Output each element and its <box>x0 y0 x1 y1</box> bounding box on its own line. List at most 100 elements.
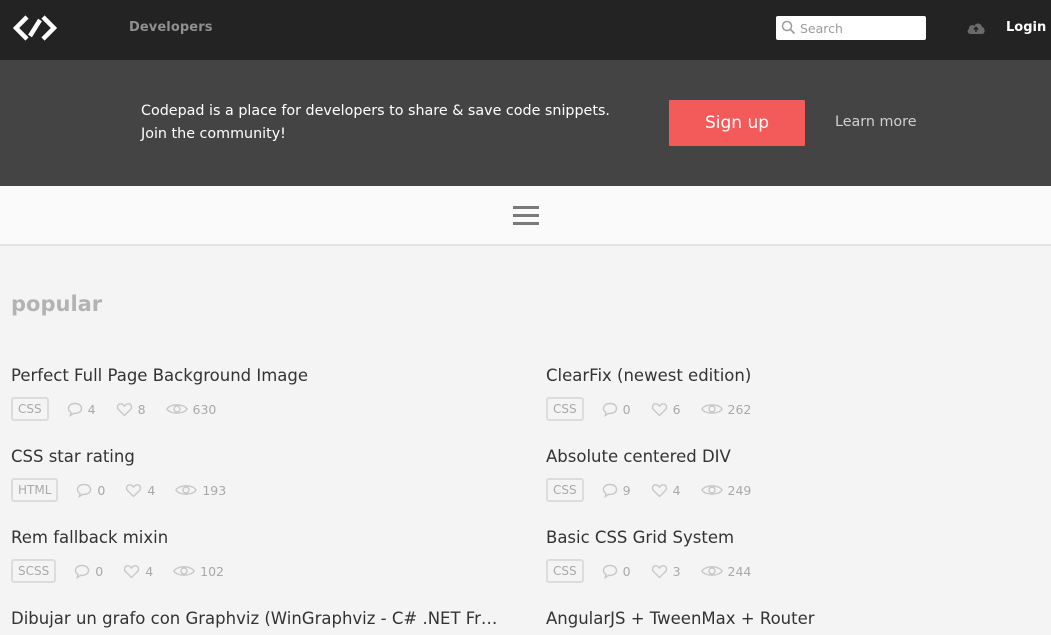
comment-count: 0 <box>74 564 103 579</box>
heart-icon <box>651 483 667 497</box>
comment-count-value: 0 <box>622 401 631 417</box>
comment-count: 0 <box>602 564 631 579</box>
eye-icon <box>165 404 188 414</box>
codepad-logo-icon[interactable] <box>13 14 57 42</box>
learn-more-link[interactable]: Learn more <box>835 114 917 130</box>
like-count-value: 6 <box>672 401 681 417</box>
view-count: 244 <box>700 563 752 579</box>
search-box[interactable] <box>776 16 926 40</box>
comment-count: 0 <box>602 402 631 417</box>
like-count-value: 4 <box>147 482 156 498</box>
hamburger-line <box>513 222 539 225</box>
like-count-value: 8 <box>137 401 146 417</box>
eye-icon <box>700 566 723 576</box>
signup-button[interactable]: Sign up <box>669 100 805 146</box>
snippet-meta: HTML 0 4 193 <box>11 478 246 502</box>
comment-icon <box>602 483 617 498</box>
language-tag[interactable]: CSS <box>546 478 584 502</box>
comment-count: 9 <box>602 483 631 498</box>
view-count-value: 102 <box>200 563 224 579</box>
comment-icon <box>75 564 90 579</box>
like-count[interactable]: 4 <box>651 483 681 498</box>
snippet-item: ClearFix (newest edition) CSS 0 6 262 <box>546 366 1046 421</box>
eye-icon <box>700 485 723 495</box>
comment-count-value: 9 <box>622 482 631 498</box>
snippet-item: Perfect Full Page Background Image CSS 4… <box>11 366 511 421</box>
view-count-value: 630 <box>192 401 217 417</box>
heart-icon <box>124 564 140 578</box>
comment-icon <box>602 402 617 417</box>
heart-icon <box>651 402 667 416</box>
view-count: 249 <box>700 482 752 498</box>
snippet-meta: SCSS 0 4 102 <box>11 559 244 583</box>
search-icon <box>781 20 796 35</box>
like-count-value: 4 <box>672 482 681 498</box>
hamburger-menu-icon[interactable] <box>513 206 539 226</box>
heart-icon <box>126 483 142 497</box>
login-link[interactable]: Login <box>1006 20 1046 35</box>
snippet-item: Basic CSS Grid System CSS 0 3 244 <box>546 528 1046 583</box>
snippet-meta: CSS 4 8 630 <box>11 397 236 421</box>
comment-icon <box>77 483 92 498</box>
snippet-title-link[interactable]: Perfect Full Page Background Image <box>11 366 506 385</box>
nav-developers-link[interactable]: Developers <box>129 20 213 35</box>
heart-icon <box>651 564 667 578</box>
view-count: 262 <box>700 401 752 417</box>
hamburger-line <box>513 214 539 217</box>
comment-count: 0 <box>76 483 105 498</box>
snippet-meta: CSS 9 4 249 <box>546 478 771 502</box>
snippet-title-link[interactable]: Basic CSS Grid System <box>546 528 1041 547</box>
view-count-value: 249 <box>727 482 752 498</box>
snippet-item: AngularJS + TweenMax + Router <box>546 609 1046 628</box>
banner-text: Codepad is a place for developers to sha… <box>141 103 610 142</box>
eye-icon <box>700 404 723 414</box>
comment-count-value: 4 <box>87 401 96 417</box>
snippet-title-link[interactable]: ClearFix (newest edition) <box>546 366 1041 385</box>
view-count: 630 <box>165 401 217 417</box>
section-title: popular <box>11 292 103 316</box>
snippet-title-link[interactable]: Rem fallback mixin <box>11 528 506 547</box>
top-navigation-bar: Developers Login <box>0 0 1051 60</box>
view-count: 102 <box>173 564 224 579</box>
snippet-item: Dibujar un grafo con Graphviz (WinGraphv… <box>11 609 511 628</box>
language-tag[interactable]: CSS <box>546 397 584 421</box>
snippet-title-link[interactable]: CSS star rating <box>11 447 506 466</box>
eye-icon <box>173 566 195 576</box>
menu-bar <box>0 186 1051 246</box>
comment-icon <box>67 402 82 417</box>
like-count[interactable]: 4 <box>125 483 155 498</box>
language-tag[interactable]: CSS <box>546 559 584 583</box>
snippet-meta: CSS 0 3 244 <box>546 559 771 583</box>
snippet-meta: CSS 0 6 262 <box>546 397 771 421</box>
snippet-title-link[interactable]: Absolute centered DIV <box>546 447 1041 466</box>
comment-count-value: 0 <box>622 563 631 579</box>
snippet-item: Absolute centered DIV CSS 9 4 249 <box>546 447 1046 502</box>
like-count[interactable]: 8 <box>116 402 146 417</box>
language-tag[interactable]: SCSS <box>11 559 57 583</box>
language-tag[interactable]: CSS <box>11 397 49 421</box>
search-input[interactable] <box>800 18 920 38</box>
like-count[interactable]: 6 <box>651 402 681 417</box>
view-count-value: 193 <box>202 482 227 498</box>
view-count: 193 <box>175 483 226 498</box>
snippet-title-link[interactable]: Dibujar un grafo con Graphviz (WinGraphv… <box>11 609 506 628</box>
like-count-value: 3 <box>672 563 681 579</box>
view-count-value: 244 <box>727 563 752 579</box>
comment-count-value: 0 <box>97 482 106 498</box>
cloud-upload-icon[interactable] <box>966 20 986 36</box>
snippet-item: Rem fallback mixin SCSS 0 4 102 <box>11 528 511 583</box>
like-count[interactable]: 3 <box>651 564 681 579</box>
heart-icon <box>116 402 132 416</box>
comment-count: 4 <box>67 402 96 417</box>
hamburger-line <box>513 206 539 209</box>
like-count[interactable]: 4 <box>123 564 153 579</box>
eye-icon <box>175 485 198 495</box>
signup-banner: Codepad is a place for developers to sha… <box>0 60 1051 186</box>
snippet-title-link[interactable]: AngularJS + TweenMax + Router <box>546 609 1041 628</box>
language-tag[interactable]: HTML <box>11 478 59 502</box>
snippet-item: CSS star rating HTML 0 4 193 <box>11 447 511 502</box>
view-count-value: 262 <box>727 401 752 417</box>
comment-count-value: 0 <box>95 563 104 579</box>
comment-icon <box>602 564 617 579</box>
like-count-value: 4 <box>145 563 154 579</box>
